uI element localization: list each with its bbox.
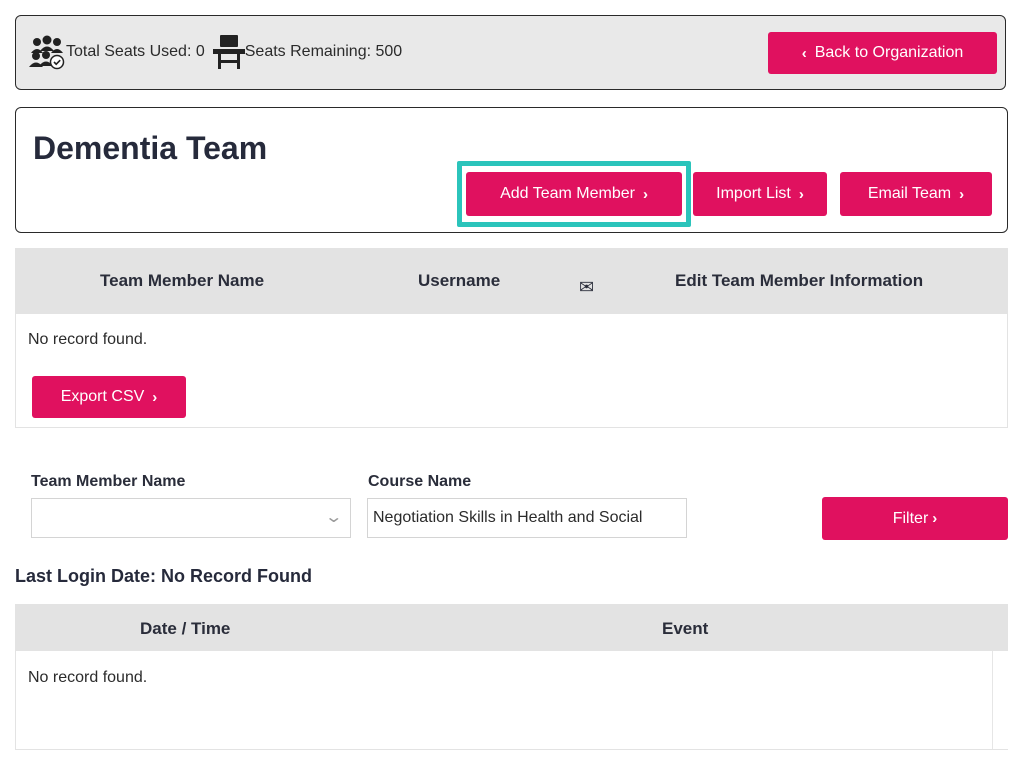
chevron-down-icon: ⌄ (323, 509, 343, 526)
last-login-heading: Last Login Date: No Record Found (15, 566, 312, 586)
import-list-label: Import List (716, 185, 791, 202)
people-check-icon (28, 34, 66, 70)
desk-chair-icon (212, 34, 245, 70)
team-card: Dementia Team Add Team Member › Import L… (15, 107, 1008, 233)
envelope-icon: ✉ (579, 277, 595, 297)
table-header: Date / Time Event (16, 605, 1007, 651)
email-team-label: Email Team (867, 185, 952, 202)
empty-state-text: No record found. (28, 669, 148, 686)
export-csv-button[interactable]: Export CSV › (32, 376, 186, 418)
column-header-edit-info[interactable]: Edit Team Member Information (675, 271, 923, 291)
export-csv-label: Export CSV (60, 388, 145, 405)
column-header-name[interactable]: Team Member Name (100, 271, 264, 291)
course-name-input[interactable] (367, 498, 687, 538)
empty-state-text: No record found. (28, 331, 148, 348)
chevron-right-icon: › (959, 185, 965, 203)
import-list-button[interactable]: Import List › (693, 172, 827, 216)
back-to-organization-button[interactable]: ‹ Back to Organization (768, 32, 997, 74)
add-team-member-button[interactable]: Add Team Member › (466, 172, 682, 216)
filter-button-label: Filter (892, 509, 929, 527)
seats-used-label: Total Seats Used: 0 (66, 43, 205, 60)
filter-button[interactable]: Filter › (822, 497, 1008, 540)
chevron-right-icon: › (642, 185, 648, 203)
chevron-right-icon: › (932, 510, 938, 527)
scrollbar[interactable] (992, 651, 1008, 749)
seats-info: Total Seats Used: 0 Seats Remaining: 500 (28, 34, 402, 70)
chevron-right-icon: › (798, 185, 804, 203)
chevron-left-icon: ‹ (801, 44, 807, 62)
seats-remaining-label: Seats Remaining: 500 (244, 43, 403, 60)
page-title: Dementia Team (33, 130, 268, 166)
email-team-button[interactable]: Email Team › (840, 172, 992, 216)
seats-summary-bar: Total Seats Used: 0 Seats Remaining: 500… (15, 15, 1006, 90)
back-button-label: Back to Organization (814, 44, 964, 61)
column-header-username[interactable]: Username (418, 271, 500, 291)
add-team-member-label: Add Team Member (500, 185, 635, 202)
course-name-label: Course Name (368, 473, 472, 490)
team-member-select[interactable]: ⌄ (31, 498, 351, 538)
table-header: Team Member Name Username ✉ Edit Team Me… (16, 249, 1007, 314)
team-members-table: Team Member Name Username ✉ Edit Team Me… (15, 248, 1008, 428)
chevron-right-icon: › (152, 388, 158, 406)
column-header-event[interactable]: Event (662, 619, 708, 639)
column-header-date-time[interactable]: Date / Time (140, 619, 230, 639)
team-member-filter-label: Team Member Name (31, 473, 186, 490)
login-events-table: Date / Time Event No record found. (15, 604, 1008, 750)
